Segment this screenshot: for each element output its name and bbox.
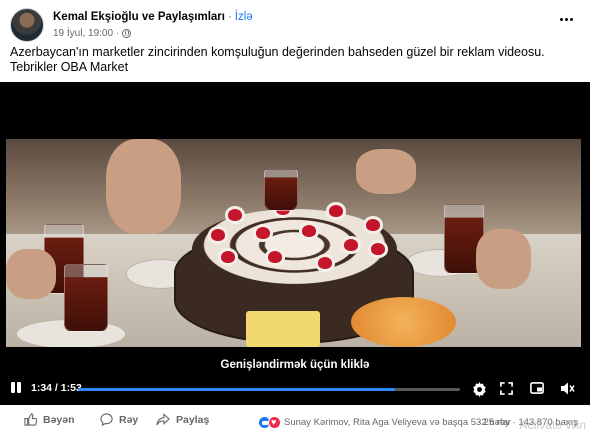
author-name[interactable]: Kemal Ekşioğlu ve Paylaşımları bbox=[53, 11, 225, 23]
name-separator: · bbox=[227, 11, 232, 23]
strawberry bbox=[366, 219, 380, 231]
dot-separator: · bbox=[512, 417, 516, 428]
more-options-icon[interactable] bbox=[557, 14, 575, 24]
share-button[interactable]: Paylaş bbox=[156, 413, 209, 426]
like-button[interactable]: Bəyən bbox=[24, 413, 75, 426]
gear-icon[interactable] bbox=[472, 382, 487, 397]
butter-plate bbox=[246, 311, 320, 347]
volume-icon[interactable] bbox=[561, 382, 575, 395]
dessert-dish bbox=[351, 297, 456, 347]
facebook-post: Kemal Ekşioğlu ve Paylaşımları · İzlə 19 İ… bbox=[0, 0, 590, 441]
strawberry bbox=[256, 227, 270, 239]
current-time: 1:34 bbox=[31, 382, 53, 394]
video-controls: 1:34 / 1:53 bbox=[0, 377, 590, 401]
hand bbox=[106, 139, 181, 234]
video-frame[interactable] bbox=[6, 139, 581, 347]
thumbs-up-icon bbox=[24, 413, 37, 426]
fullscreen-icon[interactable] bbox=[500, 382, 513, 395]
strawberry bbox=[302, 225, 316, 237]
strawberry bbox=[268, 251, 282, 263]
pause-icon[interactable] bbox=[10, 382, 22, 394]
strawberry bbox=[221, 251, 235, 263]
time-display: 1:34 / 1:53 bbox=[31, 382, 82, 394]
tea-glass bbox=[64, 264, 108, 332]
hand bbox=[6, 249, 56, 299]
post-footer: Bəyən Rəy Paylaş Sunay Kərimov, Rita Aga… bbox=[0, 409, 590, 437]
follow-link[interactable]: İzlə bbox=[235, 11, 253, 23]
strawberry bbox=[329, 205, 343, 217]
strawberry bbox=[344, 239, 358, 251]
post-caption: Azerbaycan'ın marketler zincirinden komş… bbox=[10, 45, 545, 74]
os-activation-watermark: Activate Win bbox=[519, 418, 586, 432]
comment-button[interactable]: Rəy bbox=[100, 413, 138, 426]
picture-in-picture-icon[interactable] bbox=[530, 382, 544, 394]
hand bbox=[356, 149, 416, 194]
strawberry bbox=[228, 209, 242, 221]
author-avatar[interactable] bbox=[10, 8, 44, 42]
post-meta: 19 İyul, 19:00 · bbox=[53, 28, 132, 39]
reaction-summary[interactable]: Sunay Kərimov, Rita Aga Veliyeva və başq… bbox=[258, 416, 511, 429]
video-player[interactable]: Genişləndirmək üçün kliklə 1:34 / 1:53 bbox=[0, 82, 590, 405]
post-header: Kemal Ekşioğlu ve Paylaşımları · İzlə 19 İ… bbox=[10, 8, 585, 44]
date-separator: · bbox=[116, 28, 120, 39]
author-row: Kemal Ekşioğlu ve Paylaşımları · İzlə bbox=[53, 11, 253, 23]
public-globe-icon bbox=[122, 29, 132, 38]
strawberry bbox=[371, 243, 385, 255]
love-reaction-icon bbox=[268, 416, 281, 429]
like-label: Bəyən bbox=[43, 413, 75, 426]
share-icon bbox=[156, 413, 170, 426]
time-separator: / bbox=[52, 382, 61, 394]
comment-label: Rəy bbox=[119, 413, 139, 426]
comment-icon bbox=[100, 413, 113, 426]
dot-separator: · bbox=[477, 417, 481, 428]
share-label: Paylaş bbox=[176, 413, 210, 426]
progress-fill bbox=[78, 388, 396, 391]
progress-bar[interactable] bbox=[78, 388, 460, 391]
strawberry bbox=[211, 229, 225, 241]
expand-prompt[interactable]: Genişləndirmək üçün kliklə bbox=[0, 359, 590, 371]
comment-count[interactable]: 25 rəy bbox=[483, 417, 509, 428]
strawberry bbox=[318, 257, 332, 269]
tea-glass bbox=[264, 169, 298, 211]
hand bbox=[476, 229, 531, 289]
post-date[interactable]: 19 İyul, 19:00 bbox=[53, 28, 113, 39]
